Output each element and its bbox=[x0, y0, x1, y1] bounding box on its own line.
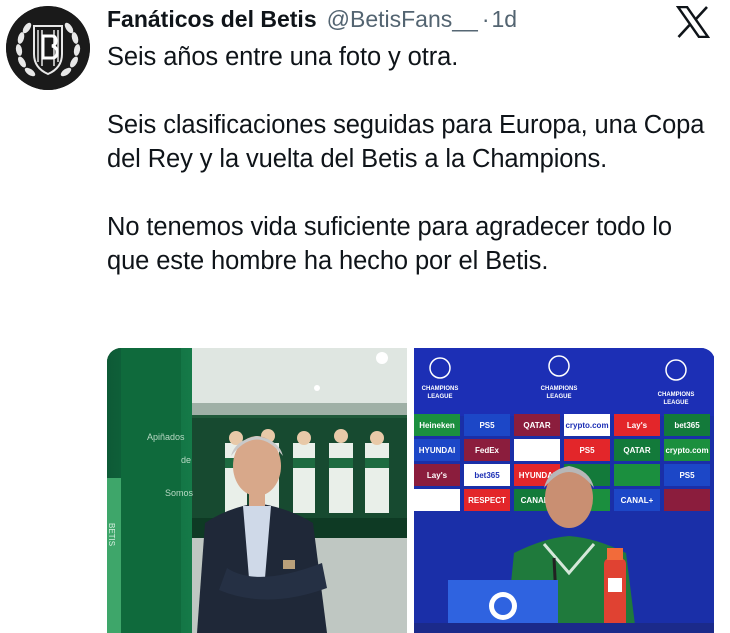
sponsor-tile bbox=[414, 489, 460, 511]
ucl-label-1b: LEAGUE bbox=[427, 394, 452, 400]
ucl-label-1: CHAMPIONS bbox=[422, 386, 459, 392]
sponsor-tile bbox=[514, 439, 560, 461]
sponsor-label: RESPECT bbox=[468, 496, 506, 505]
tweet-paragraph-1: Seis años entre una foto y otra. bbox=[107, 43, 459, 71]
separator-dot: · bbox=[481, 6, 490, 32]
sponsor-label: HYUNDAI bbox=[419, 446, 455, 455]
sponsor-label: Heineken bbox=[419, 421, 455, 430]
ucl-label-3: CHAMPIONS bbox=[658, 392, 695, 398]
author-name[interactable]: Fanáticos del Betis bbox=[107, 6, 317, 33]
tweet-header: Fanáticos del Betis @BetisFans__ · 1d bbox=[107, 6, 517, 36]
sponsor-label: crypto.com bbox=[665, 446, 708, 455]
tweet-text: Seis años entre una foto y otra. Seis cl… bbox=[107, 40, 717, 278]
tweet-time[interactable]: 1d bbox=[492, 6, 518, 33]
sponsor-label: crypto.com bbox=[565, 421, 608, 430]
drink-bottle bbox=[604, 548, 626, 633]
wall-text-1: Apiñados bbox=[147, 432, 185, 442]
avatar[interactable] bbox=[6, 6, 90, 90]
photo-press-conference[interactable]: CHAMPIONS LEAGUE CHAMPIONS LEAGUE CHAMPI… bbox=[414, 348, 714, 633]
sponsor-tile bbox=[664, 489, 710, 511]
author-handle[interactable]: @BetisFans__ bbox=[327, 6, 478, 33]
sponsor-label: QATAR bbox=[623, 446, 650, 455]
wall-text-3: Somos bbox=[165, 488, 194, 498]
sponsor-label: bet365 bbox=[474, 471, 500, 480]
sponsor-label: Lay's bbox=[627, 421, 648, 430]
sponsor-label: bet365 bbox=[674, 421, 700, 430]
sponsor-label: Lay's bbox=[427, 471, 448, 480]
ucl-label-2: CHAMPIONS bbox=[541, 386, 578, 392]
tweet-paragraph-3: No tenemos vida suficiente para agradece… bbox=[107, 213, 672, 275]
sponsor-label: PS5 bbox=[479, 421, 495, 430]
sponsor-label: PS5 bbox=[679, 471, 695, 480]
sponsor-label: FedEx bbox=[475, 446, 500, 455]
tweet-paragraph-2: Seis clasificaciones seguidas para Europ… bbox=[107, 111, 705, 173]
sponsor-label: CANAL+ bbox=[621, 496, 654, 505]
betis-crest-icon bbox=[6, 6, 90, 90]
ucl-label-3b: LEAGUE bbox=[663, 400, 688, 406]
photo-locker-room[interactable]: Apiñados de Somos BETIS bbox=[107, 348, 407, 633]
wall-text-2: de bbox=[181, 455, 191, 465]
tweet-media: Apiñados de Somos BETIS CHAMPIONS LEAGUE… bbox=[107, 348, 715, 633]
x-logo-icon[interactable] bbox=[675, 5, 711, 39]
sponsor-tile bbox=[614, 464, 660, 486]
sponsor-label: QATAR bbox=[523, 421, 550, 430]
sponsor-label: PS5 bbox=[579, 446, 595, 455]
ucl-label-2b: LEAGUE bbox=[546, 394, 571, 400]
wall-side-text: BETIS bbox=[107, 523, 116, 546]
